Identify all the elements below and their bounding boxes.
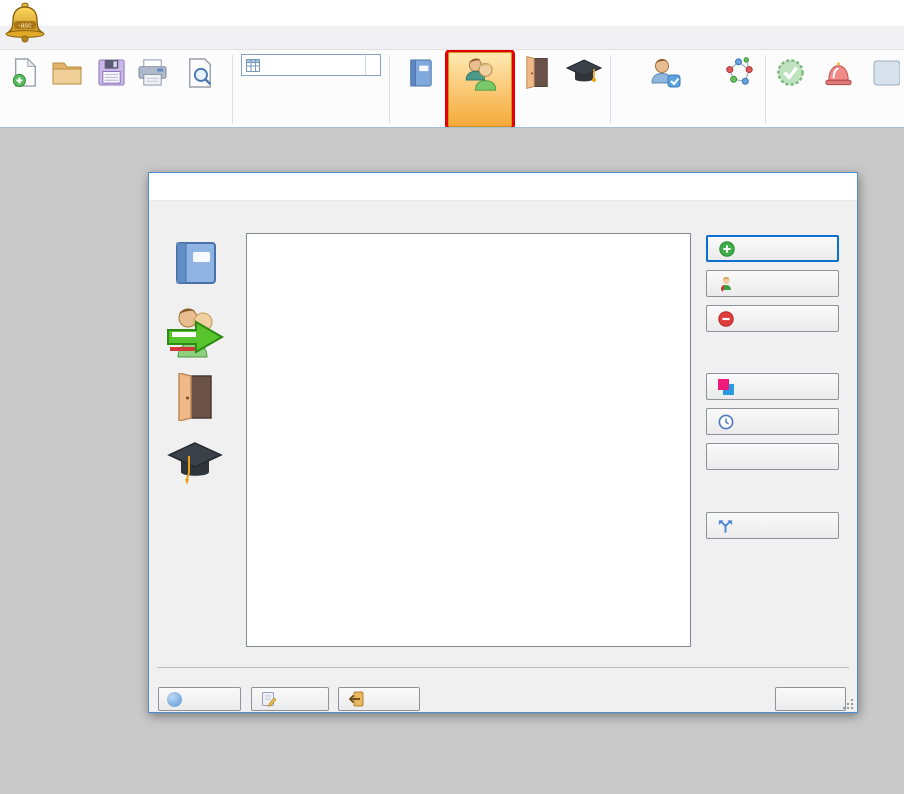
print-preview-button[interactable] (172, 52, 228, 127)
classes-dialog (148, 172, 858, 713)
person-icon (717, 275, 734, 292)
dialog-icon-rail (149, 201, 241, 661)
help-button[interactable] (158, 687, 241, 711)
subjects-book-icon (408, 54, 434, 91)
generate-new-button[interactable] (810, 52, 866, 127)
toolbar-separator (389, 55, 390, 124)
constraints-button[interactable] (706, 443, 839, 470)
teachers-cap-icon[interactable] (167, 439, 223, 490)
students-seminars-button[interactable] (615, 52, 715, 127)
import-button[interactable] (338, 687, 420, 711)
classes-arrow-icon[interactable] (166, 305, 224, 364)
classes-button-highlighted[interactable] (448, 52, 512, 127)
help-question-icon (167, 692, 182, 707)
minus-icon (717, 310, 734, 327)
links-button[interactable] (715, 52, 761, 127)
asc-timetables-window: -asc (0, 0, 904, 794)
division-button[interactable] (706, 512, 839, 539)
clipped-toolbar-button[interactable] (866, 52, 904, 127)
dialog-separator (157, 667, 849, 668)
classrooms-button[interactable] (512, 52, 562, 127)
print-button[interactable] (132, 52, 172, 127)
maximize-button[interactable] (783, 177, 805, 197)
save-list-button[interactable] (251, 687, 329, 711)
subjects-button[interactable] (394, 52, 448, 127)
window-titlebar (0, 0, 904, 26)
clock-icon (717, 413, 734, 430)
plus-icon (718, 240, 735, 257)
combobox-dropdown-arrow[interactable] (365, 55, 380, 75)
classrooms-door-icon[interactable] (174, 373, 216, 424)
ribbon-toolbar (0, 50, 904, 128)
edit-class-button[interactable] (706, 270, 839, 297)
resize-grip[interactable] (843, 698, 854, 709)
toolbar-separator (765, 55, 766, 124)
split-arrows-icon (717, 517, 734, 534)
bell-icon: -asc (4, 1, 46, 47)
graduation-cap-icon (566, 54, 602, 91)
printer-icon (137, 54, 168, 91)
subjects-book-icon[interactable] (171, 241, 219, 288)
view-combobox[interactable] (241, 54, 381, 76)
table-view-icon (246, 59, 260, 72)
toolbar-separator (610, 55, 611, 124)
classes-people-icon (462, 55, 498, 92)
siren-icon (823, 54, 854, 91)
minimize-button[interactable] (740, 177, 762, 197)
hash-icon (717, 448, 734, 465)
open-button[interactable] (44, 52, 90, 127)
new-class-button[interactable] (706, 235, 839, 262)
close-dialog-button[interactable] (775, 687, 846, 711)
molecule-links-icon (722, 54, 755, 91)
menu-tabs (0, 26, 904, 50)
toolbar-separator (232, 55, 233, 124)
conditions-button[interactable] (706, 408, 839, 435)
save-floppy-icon (97, 54, 126, 91)
asc-bell-logo[interactable]: -asc (4, 1, 46, 52)
clipped-icon (870, 54, 900, 91)
lessons-squares-icon (717, 378, 734, 395)
classes-list[interactable] (246, 233, 691, 647)
door-icon (523, 54, 551, 91)
print-preview-icon (186, 54, 214, 91)
new-document-icon (11, 54, 39, 91)
save-button[interactable] (90, 52, 132, 127)
remove-class-button[interactable] (706, 305, 839, 332)
open-folder-icon (51, 54, 83, 91)
student-check-icon (648, 54, 682, 91)
save-note-icon (260, 691, 277, 708)
dialog-titlebar[interactable] (149, 173, 857, 201)
close-button[interactable] (829, 177, 851, 197)
lessons-button[interactable] (706, 373, 839, 400)
test-button[interactable] (770, 52, 810, 127)
teachers-button[interactable] (562, 52, 606, 127)
test-check-badge-icon (775, 54, 806, 91)
import-arrow-icon (347, 691, 364, 708)
new-button[interactable] (6, 52, 44, 127)
svg-text:-asc: -asc (18, 23, 32, 30)
